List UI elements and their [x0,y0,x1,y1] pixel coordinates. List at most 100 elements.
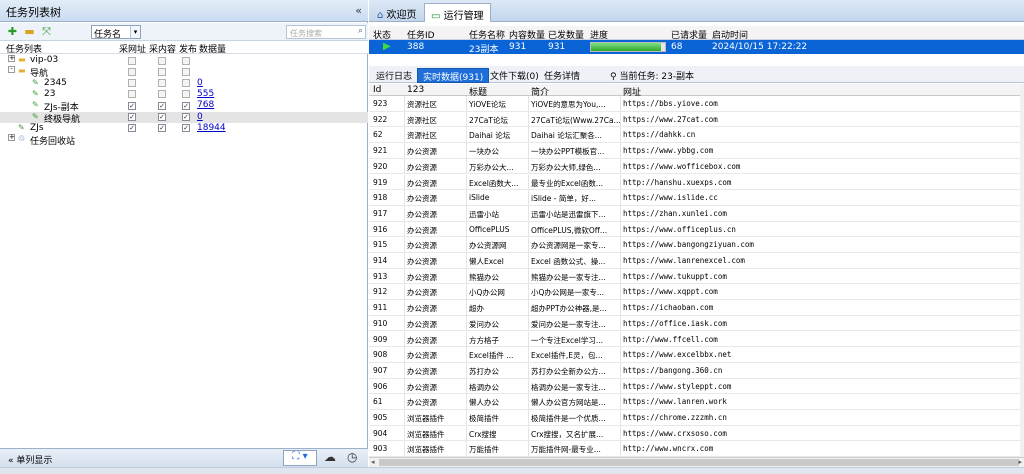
data-count-link[interactable]: 0 [197,112,203,122]
table-row[interactable]: 904 浏览器插件 Crx搜搜 Crx搜搜，又名扩展... https://www.cr… [369,425,1020,442]
cell-id: 920 [373,161,388,171]
task-row[interactable]: ▶ 388 23副本 931 931 68 2024/10/15 17:22:2… [369,40,1024,55]
collect-content-checkbox[interactable] [158,79,166,88]
collect-content-checkbox[interactable]: ✓ [158,101,166,110]
publish-checkbox[interactable] [182,67,190,76]
table-row[interactable]: 916 办公资源 OfficePLUS OfficePLUS,微软Off... http… [369,221,1020,238]
table-row[interactable]: 923 资源社区 YiOVE论坛 YiOVE的意思为You,... https://bb… [369,96,1020,112]
single-column-toggle[interactable]: « 单列显示 [8,453,52,466]
tree-expander-icon[interactable]: - [8,66,15,74]
table-row[interactable]: 922 资源社区 27CaT论坛 27CaT论坛(Www.27Ca... https:/… [369,111,1020,128]
folder-add-icon[interactable]: ▬ [23,25,36,38]
collect-content-checkbox[interactable] [158,56,166,65]
scroll-thumb[interactable] [379,459,1019,466]
scroll-left-icon[interactable]: ◂ [371,458,375,466]
publish-checkbox[interactable]: ✓ [182,124,190,133]
data-count-link[interactable]: 0 [197,78,203,88]
table-row[interactable]: 61 办公资源 懒人办公 懒人办公官方网站是... https://www.lanren… [369,394,1020,410]
tree-node[interactable]: ✎ 23 555 [0,89,368,100]
cell-title: Daihai 论坛 [469,131,511,141]
publish-checkbox[interactable]: ✓ [182,113,190,121]
table-row[interactable]: 906 办公资源 格调办公 格调办公是一家专注... https://www.style… [369,378,1020,395]
collect-url-checkbox[interactable]: ✓ [128,113,136,121]
collect-content-checkbox[interactable]: ✓ [158,124,166,133]
search-field-select[interactable]: 任务名 ▾ [91,25,141,40]
task-icon: ✎ [32,88,39,98]
collect-url-checkbox[interactable] [128,79,136,88]
cell-url: https://ichaoban.com [623,303,714,313]
tab-task-detail[interactable]: 任务详情 [539,68,585,83]
cell-summary: 苏打办公全新办公方... [531,366,606,376]
table-row[interactable]: 914 办公资源 懒人Excel Excel 函数公式、操... https://www… [369,253,1020,269]
table-row[interactable]: 903 浏览器插件 万能插件 万能插件网-最专业... http://www.wncrx… [369,441,1020,457]
table-row[interactable]: 919 办公资源 Excel函数大... 最专业的Excel函数... http://h… [369,174,1020,191]
tree-node[interactable]: + ♲ 任务回收站 [0,134,368,147]
collect-url-checkbox[interactable]: ✓ [128,101,136,110]
table-row[interactable]: 908 办公资源 Excel插件 ... Excel插件,E灵，包... https:/… [369,347,1020,363]
cell-id: 62 [373,130,383,140]
cloud-download-icon[interactable]: ☁ [324,450,336,464]
collect-content-checkbox[interactable] [158,90,166,99]
collect-content-checkbox[interactable] [158,67,166,76]
table-row[interactable]: 911 办公资源 超办 超办PPT办公神器,是... https://ichaoban.… [369,300,1020,316]
tab-realtime-data[interactable]: 实时数据(931) [417,68,490,83]
cell-category: 资源社区 [407,115,437,125]
tab-welcome[interactable]: ⌂ 欢迎页 [371,3,423,22]
add-icon[interactable]: ✚ [6,25,19,38]
data-count-link[interactable]: 18944 [197,123,226,133]
table-row[interactable]: 905 浏览器插件 极简插件 极简插件是一个优质... https://chrome.z… [369,410,1020,426]
tab-run-log[interactable]: 运行日志 [371,68,417,83]
collapse-panel-button[interactable]: « [355,4,362,17]
collect-url-checkbox[interactable] [128,90,136,99]
cell-id: 911 [373,303,388,313]
tree-node[interactable]: + ▬ vip-03 [0,55,368,66]
table-row[interactable]: 62 资源社区 Daihai 论坛 Daihai 论坛汇聚各... https://da… [369,127,1020,144]
publish-checkbox[interactable] [182,56,190,65]
publish-checkbox[interactable] [182,79,190,88]
tree-node[interactable]: ✎ 2345 0 [0,78,368,89]
cell-id: 918 [373,193,388,203]
tab-run-management[interactable]: ▭ 运行管理 [424,3,491,22]
tree-node[interactable]: - ▬ 导航 [0,66,368,79]
cell-category: 办公资源 [407,398,437,408]
tree-node[interactable]: ✎ 终极导航 ✓ ✓ ✓ 0 [0,111,368,125]
horizontal-scrollbar[interactable]: ◂ ▸ [369,457,1024,467]
cell-summary: 万彩办公大师,绿色... [531,162,601,172]
table-row[interactable]: 915 办公资源 办公资源网 办公资源网是一家专... https://www.bang… [369,237,1020,253]
collect-content-checkbox[interactable]: ✓ [158,113,166,121]
table-row[interactable]: 907 办公资源 苏打办公 苏打办公全新办公方... https://bangong.3… [369,362,1020,379]
publish-checkbox[interactable] [182,90,190,99]
tree-view-icon[interactable]: ⛶ ▾ [283,450,317,466]
home-icon: ⌂ [377,10,384,21]
table-row[interactable]: 918 办公资源 iSlide iSlide - 简单，好... https://www… [369,190,1020,206]
tab-file-download[interactable]: 文件下载(0) [485,68,544,83]
data-count-link[interactable]: 555 [197,89,214,99]
task-search-input[interactable]: 任务搜索 ⌕ [286,25,366,39]
scroll-right-icon[interactable]: ▸ [1018,458,1022,466]
vertical-scrollbar[interactable] [1020,84,1024,457]
cell-url: https://www.bangongziyuan.com [623,240,754,250]
tree-node[interactable]: ✎ ZJs-副本 ✓ ✓ ✓ 768 [0,100,368,113]
table-row[interactable]: 913 办公资源 熊猫办公 熊猫办公是一家专注... https://www.tukup… [369,268,1020,285]
table-row[interactable]: 909 办公资源 方方格子 一个专注Excel学习... http://www.ffce… [369,331,1020,348]
collect-url-checkbox[interactable] [128,67,136,76]
tree-expander-icon[interactable]: + [8,55,15,62]
play-icon[interactable]: ▶ [383,41,391,52]
collect-url-checkbox[interactable] [128,56,136,65]
cell-id: 912 [373,287,388,297]
search-icon[interactable]: ⌕ [358,26,363,36]
table-row[interactable]: 920 办公资源 万彩办公大... 万彩办公大师,绿色... https://www.w… [369,158,1020,175]
tree-node[interactable]: ✎ ZJs ✓ ✓ ✓ 18944 [0,123,368,134]
clock-icon[interactable]: ◷ [347,450,357,464]
monitor-icon: ▭ [431,11,441,22]
table-row[interactable]: 921 办公资源 一块办公 一块办公PPT模板官... https://www.ybbg… [369,143,1020,159]
data-count-link[interactable]: 768 [197,100,214,110]
table-row[interactable]: 917 办公资源 迅雷小站 迅雷小站是迅雷旗下... https://zhan.xunl… [369,205,1020,222]
folder-icon: ▬ [18,55,26,64]
expand-all-icon[interactable]: ⤧ [40,25,53,38]
table-row[interactable]: 910 办公资源 爱问办公 爱问办公是一家专注... https://office.ia… [369,315,1020,332]
tree-expander-icon[interactable]: + [8,134,15,142]
table-row[interactable]: 912 办公资源 小Q办公网 小Q办公网是一家专... https://www.xqpp… [369,284,1020,301]
publish-checkbox[interactable]: ✓ [182,101,190,110]
collect-url-checkbox[interactable]: ✓ [128,124,136,133]
